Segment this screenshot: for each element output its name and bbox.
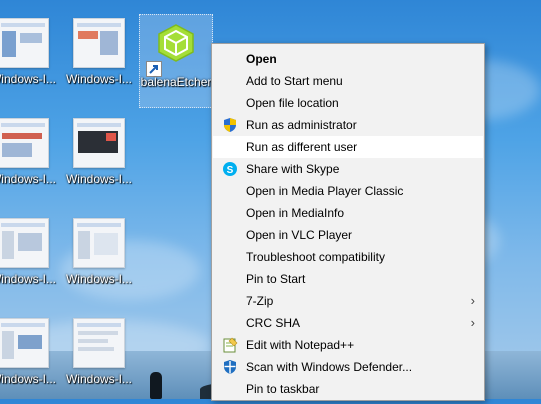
- uac-shield-icon: [224, 118, 236, 132]
- menu-item-label: Pin to taskbar: [246, 382, 320, 396]
- submenu-arrow-icon: ›: [470, 315, 475, 330]
- menu-item-run-as-different-user[interactable]: Run as different user: [213, 136, 483, 158]
- skype-icon: S: [223, 162, 237, 176]
- menu-item-run-as-admin[interactable]: Run as administrator: [213, 114, 483, 136]
- window-thumbnail: [73, 18, 125, 68]
- desktop-icon-label: Windows-I...: [65, 172, 132, 186]
- menu-item-open-in-mediainfo[interactable]: Open in MediaInfo: [213, 202, 483, 224]
- desktop-icon-label: Windows-I...: [65, 272, 132, 286]
- person-silhouette: [150, 372, 162, 399]
- menu-item-open-in-mpc[interactable]: Open in Media Player Classic: [213, 180, 483, 202]
- menu-item-label: Troubleshoot compatibility: [246, 250, 385, 264]
- menu-item-label: Run as administrator: [246, 118, 357, 132]
- menu-item-label: Share with Skype: [246, 162, 340, 176]
- window-thumbnail: [0, 18, 49, 68]
- menu-item-label: CRC SHA: [246, 316, 301, 330]
- menu-item-label: Open: [246, 52, 277, 66]
- defender-icon: [224, 360, 236, 374]
- desktop-icon-label: Windows-I...: [0, 372, 56, 386]
- menu-item-label: Open file location: [246, 96, 339, 110]
- menu-item-label: Open in MediaInfo: [246, 206, 345, 220]
- desktop-icon[interactable]: Windows-I...: [63, 112, 135, 204]
- window-thumbnail: [0, 318, 49, 368]
- desktop-icon-balenaetcher[interactable]: balenaEtcher: [139, 14, 213, 108]
- menu-item-label: Scan with Windows Defender...: [246, 360, 413, 374]
- desktop-icon[interactable]: Windows-I...: [0, 312, 59, 404]
- menu-item-label: Open in VLC Player: [246, 228, 353, 242]
- desktop-icon[interactable]: Windows-I...: [63, 212, 135, 304]
- window-thumbnail: [73, 218, 125, 268]
- desktop-icon[interactable]: Windows-I...: [63, 312, 135, 404]
- menu-item-scan-with-defender[interactable]: Scan with Windows Defender...: [213, 356, 483, 378]
- menu-item-label: Open in Media Player Classic: [246, 184, 404, 198]
- window-thumbnail: [73, 318, 125, 368]
- desktop-icon[interactable]: Windows-I...: [0, 212, 59, 304]
- menu-item-share-with-skype[interactable]: S Share with Skype: [213, 158, 483, 180]
- menu-item-label: Run as different user: [246, 140, 358, 154]
- notepadpp-icon: [223, 337, 238, 353]
- desktop-icon-label: Windows-I...: [65, 372, 132, 386]
- menu-item-7zip[interactable]: 7-Zip ›: [213, 290, 483, 312]
- menu-item-add-to-start[interactable]: Add to Start menu: [213, 70, 483, 92]
- svg-text:S: S: [227, 165, 234, 176]
- menu-item-crc-sha[interactable]: CRC SHA ›: [213, 312, 483, 334]
- desktop-icon-label: balenaEtcher: [140, 75, 212, 89]
- menu-item-label: 7-Zip: [246, 294, 274, 308]
- menu-item-pin-to-taskbar[interactable]: Pin to taskbar: [213, 378, 483, 400]
- menu-item-troubleshoot-compatibility[interactable]: Troubleshoot compatibility: [213, 246, 483, 268]
- menu-item-open-file-location[interactable]: Open file location: [213, 92, 483, 114]
- desktop-icon-label: Windows-I...: [0, 172, 56, 186]
- desktop-icon-label: Windows-I...: [0, 272, 56, 286]
- desktop-icon[interactable]: Windows-I...: [0, 112, 59, 204]
- menu-item-label: Add to Start menu: [246, 74, 343, 88]
- window-thumbnail: [0, 118, 49, 168]
- desktop-icon-label: Windows-I...: [0, 72, 56, 86]
- desktop-icon-label: Windows-I...: [65, 72, 132, 86]
- desktop-icon[interactable]: Windows-I...: [0, 12, 59, 104]
- menu-item-edit-with-notepadpp[interactable]: Edit with Notepad++: [213, 334, 483, 356]
- menu-item-label: Edit with Notepad++: [246, 338, 355, 352]
- balenaetcher-icon: [158, 24, 194, 62]
- menu-item-label: Pin to Start: [246, 272, 306, 286]
- window-thumbnail: [0, 218, 49, 268]
- submenu-arrow-icon: ›: [470, 293, 475, 308]
- menu-item-open-in-vlc[interactable]: Open in VLC Player: [213, 224, 483, 246]
- desktop-icon[interactable]: Windows-I...: [63, 12, 135, 104]
- menu-item-pin-to-start[interactable]: Pin to Start: [213, 268, 483, 290]
- context-menu: Open Add to Start menu Open file locatio…: [211, 43, 485, 401]
- menu-item-open[interactable]: Open: [213, 48, 483, 70]
- window-thumbnail: [73, 118, 125, 168]
